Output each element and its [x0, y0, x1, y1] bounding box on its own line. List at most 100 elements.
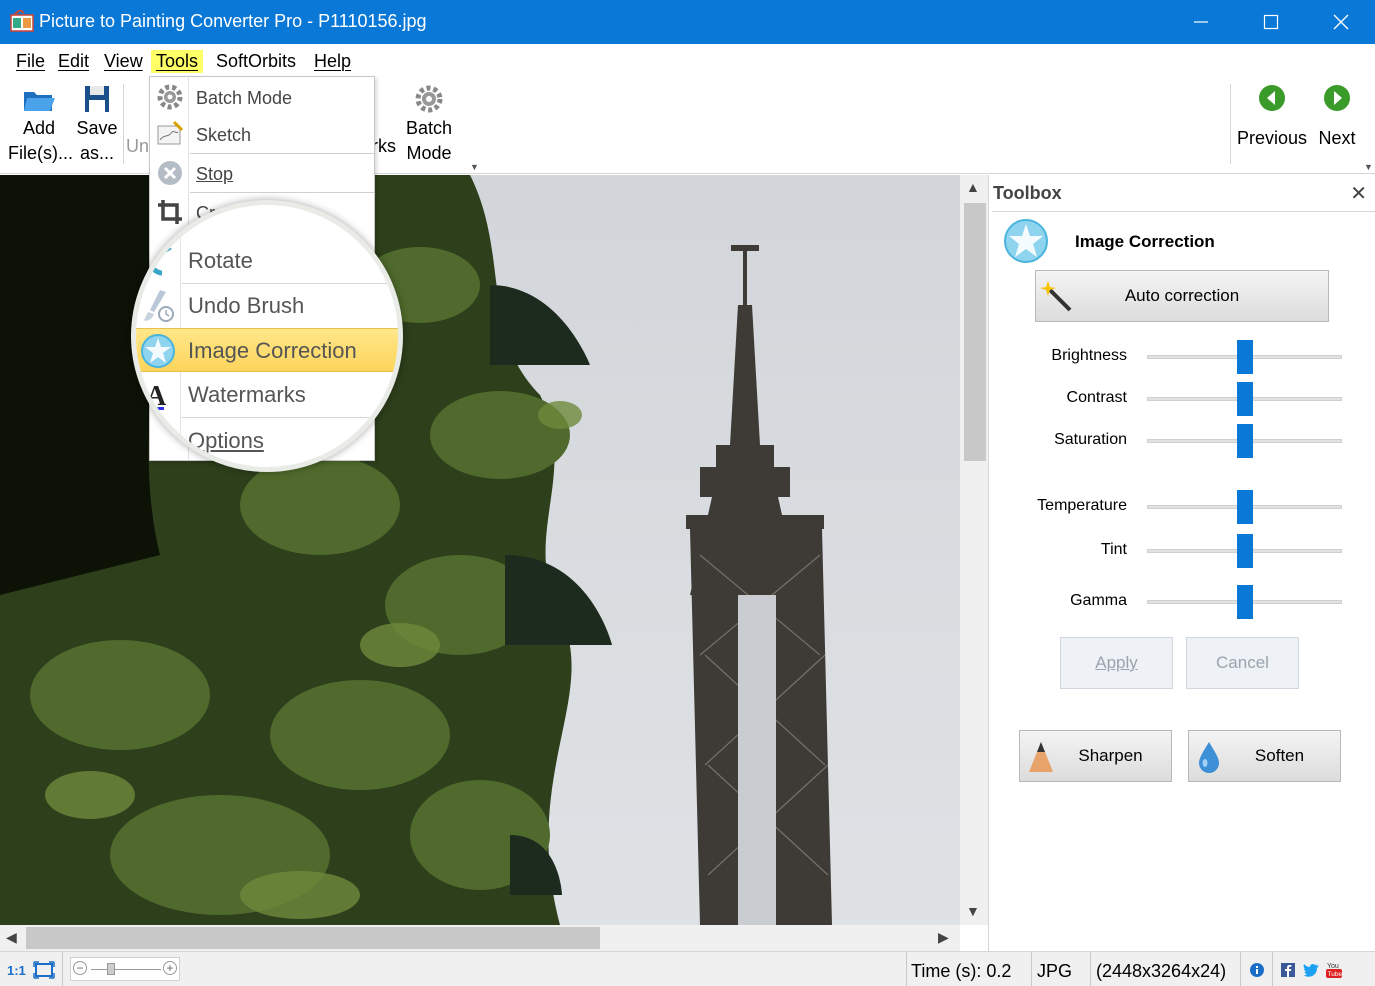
close-window-button[interactable] — [1306, 0, 1375, 44]
menu-item-label: Stop — [196, 164, 234, 184]
ribbon-divider — [123, 84, 124, 164]
ribbon-expand-icon[interactable]: ▼ — [470, 162, 479, 172]
title-bar: Picture to Painting Converter Pro - P111… — [0, 0, 1375, 44]
undo-brush-icon — [144, 290, 174, 322]
pencil-tip-icon — [1029, 742, 1053, 772]
save-as-button[interactable]: Save as... — [74, 84, 120, 166]
svg-text:You: You — [1327, 963, 1339, 970]
status-divider — [1031, 952, 1032, 986]
scroll-down-icon[interactable]: ▼ — [966, 903, 980, 919]
menu-edit[interactable]: Edit — [53, 50, 94, 73]
gear-icon — [415, 85, 443, 113]
vertical-scroll-thumb[interactable] — [964, 203, 986, 461]
ribbon-expand-icon-2[interactable]: ▼ — [1364, 162, 1373, 172]
menu-item-label: Undo Brush — [188, 293, 305, 318]
soften-button[interactable]: Soften — [1188, 730, 1341, 782]
youtube-icon[interactable]: You Tube — [1325, 961, 1343, 979]
vertical-scrollbar[interactable]: ▲ ▼ — [960, 175, 988, 925]
cancel-button[interactable]: Cancel — [1186, 637, 1299, 689]
watermark-icon: A — [146, 381, 167, 412]
minimize-icon — [1194, 21, 1208, 23]
next-button[interactable]: Next — [1314, 84, 1360, 151]
sharpen-label: Sharpen — [1078, 746, 1143, 765]
save-as-label-2: as... — [79, 143, 114, 163]
status-bar: 1:1 − + Time (s): 0.2 JPG (2448x3264x24)… — [0, 951, 1375, 986]
batch-mode-label-2: Mode — [406, 143, 452, 163]
menu-item-rotate[interactable]: Rotate — [136, 239, 398, 283]
toolbox-close-icon[interactable]: ✕ — [1350, 181, 1367, 206]
menu-item-batch-mode[interactable]: Batch Mode — [150, 79, 374, 115]
menu-item-label: Options — [188, 428, 264, 453]
gamma-label: Gamma — [1070, 592, 1127, 609]
tint-label: Tint — [1100, 541, 1127, 558]
zoom-thumb[interactable] — [107, 963, 115, 975]
magnifier-lens: Rotate Undo Brush Image Correction A Wat… — [131, 200, 403, 472]
watermarks-button-partial[interactable]: rks — [372, 134, 402, 159]
menu-item-label: Watermarks — [188, 382, 306, 407]
menu-view[interactable]: View — [99, 50, 148, 73]
gamma-slider-thumb[interactable] — [1236, 585, 1253, 619]
add-files-button[interactable]: Add File(s)... — [8, 84, 73, 166]
previous-button[interactable]: Previous — [1236, 84, 1308, 151]
menu-item-undo-brush[interactable]: Undo Brush — [136, 284, 398, 328]
batch-mode-button[interactable]: Batch Mode — [402, 84, 456, 166]
menu-separator — [182, 417, 398, 418]
status-divider — [62, 952, 63, 986]
actual-size-button[interactable]: 1:1 — [7, 963, 26, 978]
saturation-label: Saturation — [1054, 431, 1127, 448]
brightness-slider-thumb[interactable] — [1236, 340, 1253, 374]
scroll-up-icon[interactable]: ▲ — [966, 179, 980, 195]
menu-help[interactable]: Help — [309, 50, 356, 73]
menu-item-watermarks[interactable]: A Watermarks — [136, 373, 398, 417]
sharpen-button[interactable]: Sharpen — [1019, 730, 1172, 782]
arrow-left-icon — [1259, 85, 1285, 111]
water-drop-icon — [1199, 742, 1219, 773]
add-files-label-2: File(s)... — [8, 143, 73, 163]
brightness-label: Brightness — [1051, 347, 1127, 364]
window-title: Picture to Painting Converter Pro - P111… — [39, 11, 427, 31]
menu-item-stop[interactable]: Stop — [150, 155, 374, 191]
gear-icon — [157, 84, 183, 110]
contrast-slider-thumb[interactable] — [1236, 382, 1253, 416]
section-title: Image Correction — [1075, 232, 1215, 251]
twitter-icon[interactable] — [1303, 963, 1319, 977]
cancel-label: Cancel — [1216, 653, 1269, 672]
menu-item-label: Image Correction — [188, 338, 357, 363]
auto-correction-label: Auto correction — [1124, 286, 1240, 305]
menu-file[interactable]: File — [11, 50, 50, 73]
apply-button[interactable]: Apply — [1060, 637, 1173, 689]
stop-icon — [158, 161, 182, 185]
menu-softorbits[interactable]: SoftOrbits — [211, 50, 301, 73]
info-icon[interactable] — [1250, 963, 1264, 977]
undo-button-partial[interactable]: Un — [126, 134, 150, 159]
facebook-icon[interactable] — [1281, 963, 1295, 977]
tint-slider-thumb[interactable] — [1236, 534, 1253, 568]
status-divider — [1090, 952, 1091, 986]
menu-item-image-correction[interactable]: Image Correction — [136, 328, 398, 372]
zoom-in-icon[interactable]: + — [163, 961, 177, 975]
scroll-right-icon[interactable]: ▶ — [938, 929, 949, 946]
horizontal-scrollbar[interactable]: ◀ ▶ — [0, 925, 960, 951]
fit-to-window-icon[interactable] — [33, 961, 55, 979]
processing-time: Time (s): 0.2 — [911, 961, 1012, 981]
menu-tools[interactable]: Tools — [151, 50, 204, 73]
maximize-button[interactable] — [1236, 0, 1306, 44]
menu-item-options[interactable]: Options — [136, 419, 398, 463]
previous-label: Previous — [1236, 128, 1308, 148]
menu-separator — [190, 192, 374, 193]
maximize-icon — [1263, 14, 1279, 30]
magic-wand-icon — [1040, 281, 1072, 312]
toolbox-title: Toolbox — [993, 183, 1062, 203]
saturation-slider-thumb[interactable] — [1236, 424, 1253, 458]
auto-correction-button[interactable]: Auto correction — [1035, 270, 1329, 322]
horizontal-scroll-thumb[interactable] — [26, 927, 600, 949]
zoom-slider[interactable]: − + — [70, 957, 180, 981]
menu-item-sketch[interactable]: Sketch — [150, 116, 374, 152]
soften-label: Soften — [1254, 746, 1305, 765]
temperature-slider-thumb[interactable] — [1236, 490, 1253, 524]
scroll-left-icon[interactable]: ◀ — [6, 929, 17, 946]
minimize-button[interactable] — [1166, 0, 1236, 44]
next-label: Next — [1318, 128, 1356, 148]
zoom-out-icon[interactable]: − — [73, 961, 87, 975]
toolbox-divider — [992, 211, 1375, 212]
